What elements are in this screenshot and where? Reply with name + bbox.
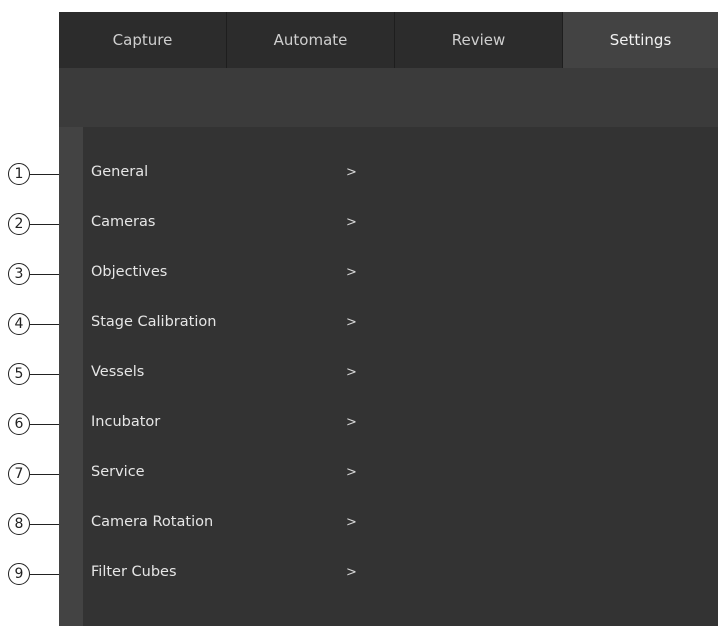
callout-number: 5	[8, 363, 30, 385]
tab-settings[interactable]: Settings	[563, 12, 718, 68]
settings-item-label: Vessels	[91, 364, 145, 380]
settings-item-cameras[interactable]: Cameras >	[83, 204, 383, 240]
tab-automate[interactable]: Automate	[227, 12, 395, 68]
chevron-right-icon: >	[346, 264, 357, 280]
chevron-right-icon: >	[346, 314, 357, 330]
tab-capture[interactable]: Capture	[59, 12, 227, 68]
settings-item-label: Incubator	[91, 414, 161, 430]
chevron-right-icon: >	[346, 164, 357, 180]
callout-number: 4	[8, 313, 30, 335]
settings-item-objectives[interactable]: Objectives >	[83, 254, 383, 290]
settings-item-general[interactable]: General >	[83, 154, 383, 190]
app-window: Capture Automate Review Settings General…	[59, 12, 718, 626]
settings-item-vessels[interactable]: Vessels >	[83, 354, 383, 390]
settings-item-incubator[interactable]: Incubator >	[83, 404, 383, 440]
settings-item-service[interactable]: Service >	[83, 454, 383, 490]
settings-menu-panel: General > Cameras > Objectives > Stage C…	[83, 127, 718, 626]
settings-item-label: Stage Calibration	[91, 314, 217, 330]
chevron-right-icon: >	[346, 464, 357, 480]
settings-item-label: Objectives	[91, 264, 168, 280]
toolbar-strip	[59, 68, 718, 127]
callout-number: 7	[8, 463, 30, 485]
settings-item-label: Camera Rotation	[91, 514, 214, 530]
callout-number: 3	[8, 263, 30, 285]
settings-item-camera-rotation[interactable]: Camera Rotation >	[83, 504, 383, 540]
callout-number: 8	[8, 513, 30, 535]
chevron-right-icon: >	[346, 214, 357, 230]
tab-review[interactable]: Review	[395, 12, 563, 68]
settings-item-stage-calibration[interactable]: Stage Calibration >	[83, 304, 383, 340]
chevron-right-icon: >	[346, 414, 357, 430]
chevron-right-icon: >	[346, 564, 357, 580]
settings-item-label: General	[91, 164, 149, 180]
chevron-right-icon: >	[346, 364, 357, 380]
callout-number: 6	[8, 413, 30, 435]
callout-number: 9	[8, 563, 30, 585]
settings-item-label: Filter Cubes	[91, 564, 177, 580]
settings-item-filter-cubes[interactable]: Filter Cubes >	[83, 554, 383, 590]
main-tab-bar: Capture Automate Review Settings	[59, 12, 718, 68]
chevron-right-icon: >	[346, 514, 357, 530]
settings-item-label: Service	[91, 464, 145, 480]
callout-number: 1	[8, 163, 30, 185]
callout-number: 2	[8, 213, 30, 235]
settings-item-label: Cameras	[91, 214, 156, 230]
